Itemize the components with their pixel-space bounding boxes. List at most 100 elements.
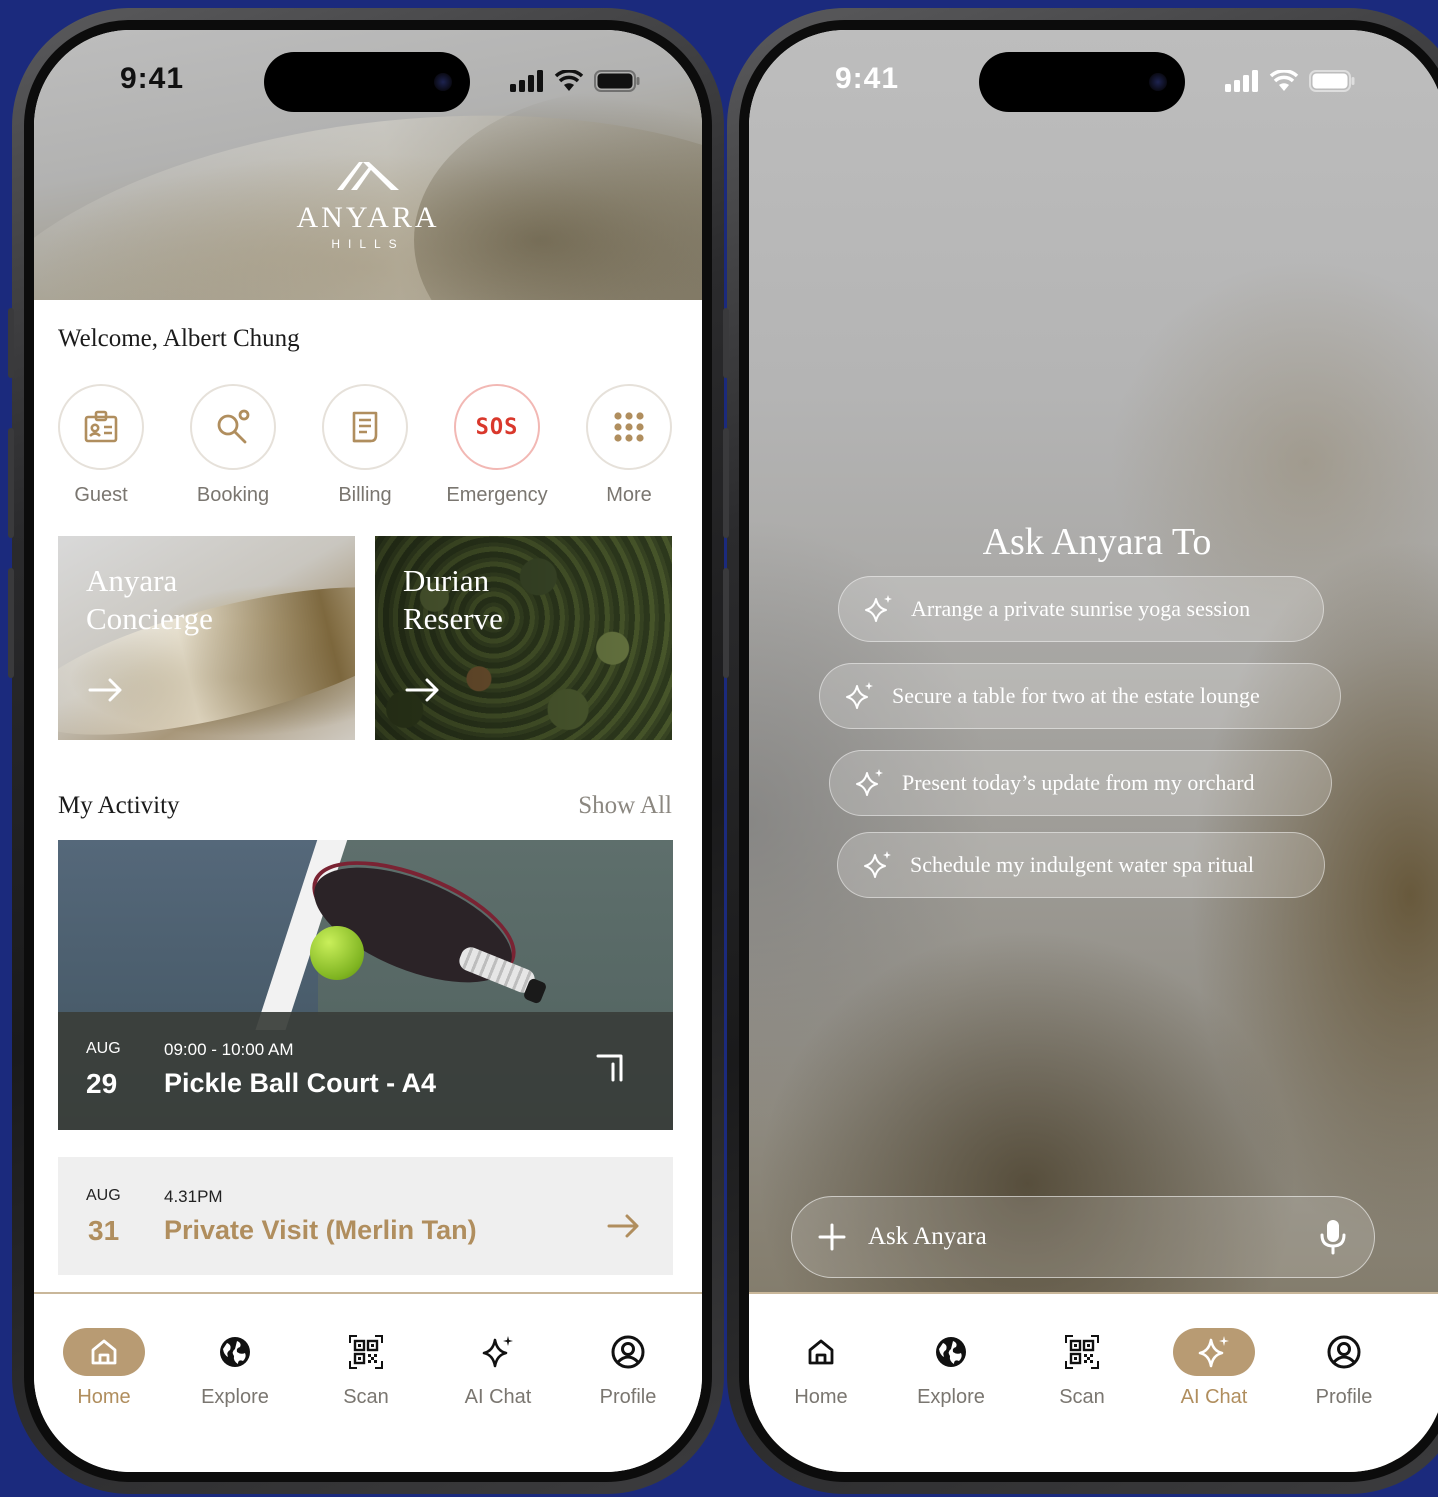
tab-label: Scan [343,1386,389,1408]
tab-label: AI Chat [464,1386,532,1408]
tab-label: Explore [201,1386,269,1408]
tab-label: Profile [599,1386,657,1408]
suggestion-chip[interactable]: Schedule my indulgent water spa ritual [837,832,1325,898]
tab-label: AI Chat [1180,1386,1248,1408]
activity-card-visit[interactable]: AUG 31 4.31PM Private Visit (Merlin Tan) [58,1157,673,1275]
activity-time: 09:00 - 10:00 AM [164,1040,294,1059]
chat-title: Ask Anyara To [982,521,1212,563]
battery-icon [594,70,640,92]
wifi-icon [1269,70,1299,91]
tab-explore[interactable]: Explore [180,1328,290,1409]
arrow-right-icon[interactable] [607,1213,641,1239]
emergency-button[interactable]: SOS [454,384,540,470]
guest-card-icon [84,410,118,443]
dynamic-island [264,52,470,112]
activity-month: AUG [86,1040,121,1057]
tab-scan[interactable]: Scan [311,1328,421,1409]
show-all-link[interactable]: Show All [578,792,672,820]
globe-icon [220,1337,250,1367]
status-icons [1225,70,1355,92]
ask-input-placeholder[interactable]: Ask Anyara [868,1223,987,1251]
tab-label: Profile [1315,1386,1373,1408]
billing-button[interactable] [322,384,408,470]
tab-label: Scan [1059,1386,1105,1408]
booking-button[interactable] [190,384,276,470]
anyara-logo-icon [337,162,399,190]
suggestion-chip[interactable]: Secure a table for two at the estate lou… [819,663,1341,729]
volume-up-button [723,428,729,538]
left-phone: ANYARA HILLS 9:41 Welcome, Albert Chung … [8,8,724,1494]
status-icons [510,70,640,92]
status-time: 9:41 [120,62,185,95]
quick-action-billing[interactable]: Billing [300,384,430,507]
tab-profile[interactable]: Profile [1289,1328,1399,1409]
tab-home[interactable]: Home [49,1328,159,1409]
open-external-icon[interactable] [595,1052,627,1084]
pickleball-image [310,926,364,980]
quick-action-more[interactable]: More [564,384,694,507]
ask-input-bar[interactable]: Ask Anyara [791,1196,1375,1278]
action-button [723,308,729,378]
tab-explore[interactable]: Explore [896,1328,1006,1409]
quick-action-booking[interactable]: Booking [168,384,298,507]
feature-card-concierge[interactable]: Anyara Concierge [58,536,355,740]
quick-action-guest[interactable]: Guest [36,384,166,507]
signal-icon [510,70,543,92]
home-icon [808,1339,834,1365]
tab-ai-chat[interactable]: AI Chat [443,1328,553,1409]
qr-scan-icon [349,1335,383,1369]
tab-label: Home [794,1386,848,1408]
signal-icon [1225,70,1258,92]
brand-name: ANYARA [296,201,440,234]
tab-label: Home [77,1386,131,1408]
qr-scan-icon [1065,1335,1099,1369]
activity-title-text: Private Visit (Merlin Tan) [164,1215,477,1245]
sparkle-icon [846,682,873,709]
activity-time: 4.31PM [164,1187,223,1206]
more-button[interactable] [586,384,672,470]
feature-title-line: Anyara [86,563,178,598]
globe-icon [936,1337,966,1367]
home-icon [91,1339,117,1365]
quick-action-label: Billing [338,484,392,506]
welcome-text: Welcome, Albert Chung [58,325,300,352]
sos-icon: SOS [475,414,519,440]
ai-chat-screen: 9:41 Ask Anyara To Arrange a private sun… [749,30,1438,1472]
plus-icon[interactable] [818,1223,846,1251]
tab-scan[interactable]: Scan [1027,1328,1137,1409]
quick-action-label: Booking [196,484,270,506]
wifi-icon [554,70,584,91]
grid-dots-icon [614,412,644,442]
volume-down-button [8,568,14,678]
sparkle-icon [865,595,892,622]
feature-title-line: Concierge [86,601,213,636]
quick-action-label: Emergency [446,484,548,506]
brand-subtitle: HILLS [331,237,405,251]
right-phone: 9:41 Ask Anyara To Arrange a private sun… [723,8,1438,1494]
quick-action-label: Guest [74,484,128,506]
tab-home[interactable]: Home [766,1328,876,1409]
activity-title-text: Pickle Ball Court - A4 [164,1068,437,1098]
guest-button[interactable] [58,384,144,470]
tab-ai-chat[interactable]: AI Chat [1159,1328,1269,1409]
sparkle-icon [482,1336,513,1368]
tab-bar: Home Explore Scan AI Chat Profile [749,1292,1438,1472]
activity-card-pickleball[interactable]: AUG 29 09:00 - 10:00 AM Pickle Ball Cour… [58,840,673,1130]
activity-title: My Activity [58,792,180,819]
quick-action-emergency[interactable]: SOS Emergency [432,384,562,507]
volume-down-button [723,568,729,678]
profile-icon [611,1335,645,1369]
feature-card-durian[interactable]: Durian Reserve [375,536,672,740]
feature-title-line: Reserve [403,601,503,636]
tab-profile[interactable]: Profile [573,1328,683,1409]
quick-actions: Guest Booking Billing SOS Emergency More [34,384,702,514]
booking-search-icon [217,409,250,444]
microphone-icon[interactable] [1318,1219,1348,1255]
activity-month: AUG [86,1187,121,1204]
arrow-right-icon [405,678,439,702]
suggestion-chip[interactable]: Arrange a private sunrise yoga session [838,576,1324,642]
profile-icon [1327,1335,1361,1369]
suggestion-chip[interactable]: Present today’s update from my orchard [829,750,1332,816]
suggestion-text: Secure a table for two at the estate lou… [892,683,1260,708]
quick-action-label: More [606,484,652,506]
